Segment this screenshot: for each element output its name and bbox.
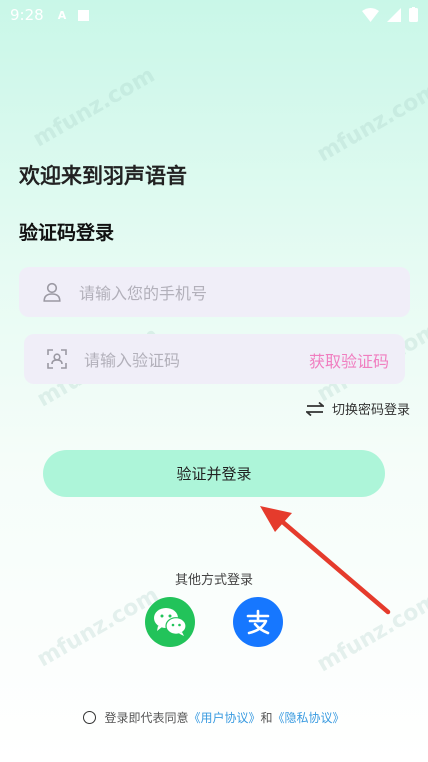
alipay-icon [246,609,270,635]
agreement-and: 和 [260,711,273,725]
signal-icon [387,7,401,22]
watermark: mfunz.com [312,77,428,168]
battery-icon [409,7,418,22]
watermark: mfunz.com [28,62,160,153]
status-bar: 9:28 A [0,0,428,30]
status-icons [362,7,418,22]
face-scan-icon [46,348,68,370]
agreement-prefix: 登录即代表同意 [104,711,189,725]
phone-field[interactable]: 请输入您的手机号 [19,267,410,317]
get-code-button[interactable]: 获取验证码 [309,348,389,372]
agreement: 登录即代表同意 《用户协议》 和 《隐私协议》 [0,709,428,726]
code-field[interactable]: 请输入验证码 获取验证码 [24,334,405,384]
wechat-icon [154,608,187,636]
user-agreement-link[interactable]: 《用户协议》 [188,709,260,726]
phone-placeholder: 请输入您的手机号 [79,284,208,303]
user-icon [41,281,63,303]
wechat-login-button[interactable] [145,597,195,647]
switch-password-login-link[interactable]: 切换密码登录 [305,399,410,418]
notification-icon: A [57,8,67,22]
verify-login-button[interactable]: 验证并登录 [43,450,385,497]
other-login-title: 其他方式登录 [174,573,253,588]
page-title: 验证码登录 [19,222,115,244]
status-time: 9:28 [10,6,44,24]
welcome-title: 欢迎来到羽声语音 [19,164,187,188]
swap-icon [305,401,324,416]
watermark: mfunz.com [312,587,428,678]
notification-square-icon [78,9,90,21]
wifi-icon [362,7,379,22]
switch-label: 切换密码登录 [331,403,410,418]
privacy-agreement-link[interactable]: 《隐私协议》 [273,709,345,726]
alipay-login-button[interactable] [233,597,283,647]
code-placeholder: 请输入验证码 [84,351,181,370]
agree-radio[interactable] [83,711,97,724]
watermark: mfunz.com [32,582,164,673]
